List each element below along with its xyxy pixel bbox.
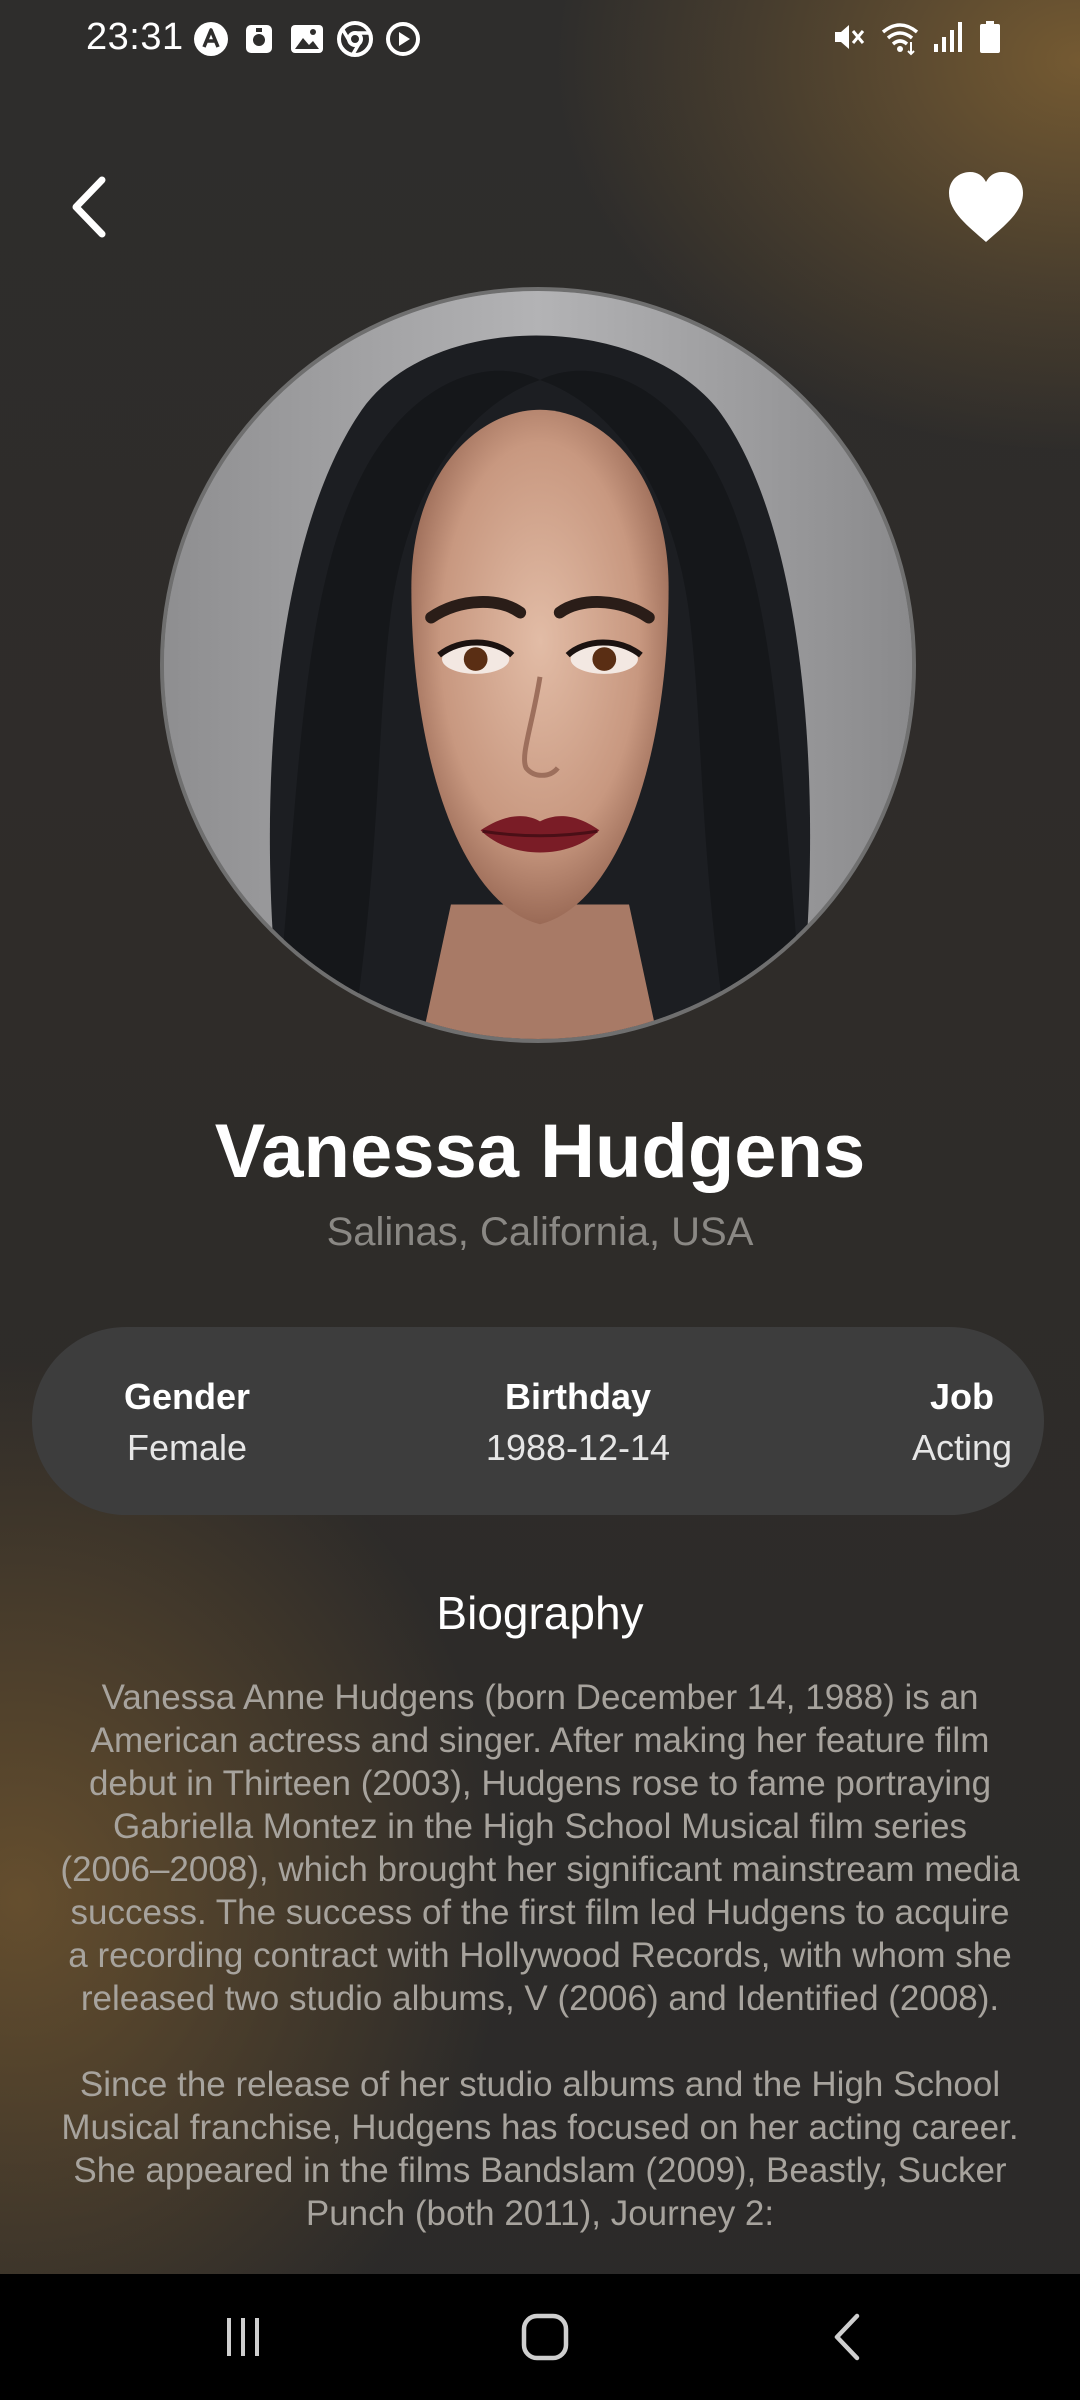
wifi-icon [880,18,920,61]
chrome-icon [336,20,374,58]
nav-back-button[interactable] [807,2304,887,2370]
job-value: Acting [911,1427,1013,1468]
gender-label: Gender [123,1376,251,1417]
home-icon [521,2313,569,2361]
heart-icon [949,172,1023,242]
gender-info: Gender Female [62,1375,312,1477]
home-button[interactable] [505,2304,585,2370]
battery-icon [978,18,1002,61]
person-detail-screen: 23:31 Vanessa Hudgens Salinas, Californi… [0,0,1080,2400]
biography-text: Vanessa Anne Hudgens (born December 14, … [56,1676,1024,2278]
info-card: Gender Female Birthday 1988-12-14 Job Ac… [32,1327,1044,1515]
nav-app-icon [192,20,230,58]
birthday-label: Birthday [504,1376,652,1417]
person-birthplace: Salinas, California, USA [326,1210,754,1254]
gender-value: Female [126,1427,248,1468]
system-icons [830,18,1002,61]
job-info: Job Acting [832,1375,1080,1477]
favorite-button[interactable] [946,170,1026,246]
vpn-icon [240,20,278,58]
recent-apps-button[interactable] [203,2304,283,2370]
back-icon [834,2313,860,2361]
profile-photo [160,287,916,1043]
biography-paragraph: Since the release of her studio albums a… [61,2065,1019,2233]
status-bar: 23:31 [0,0,1080,76]
mute-icon [830,18,868,61]
job-label: Job [929,1376,994,1417]
media-icon [384,20,422,58]
notification-icons [192,20,422,58]
biography-title: Biography [436,1587,644,1639]
birthday-value: 1988-12-14 [485,1427,671,1468]
status-time: 23:31 [86,16,184,58]
birthday-info: Birthday 1988-12-14 [413,1375,743,1477]
system-navigation-bar [0,2274,1080,2400]
signal-icon [932,18,966,61]
back-button[interactable] [62,172,118,242]
recent-apps-icon [227,2318,259,2356]
chevron-left-icon [72,176,106,238]
gallery-icon [288,20,326,58]
person-name: Vanessa Hudgens [214,1109,866,1194]
biography-paragraph: Vanessa Anne Hudgens (born December 14, … [60,1678,1020,2018]
